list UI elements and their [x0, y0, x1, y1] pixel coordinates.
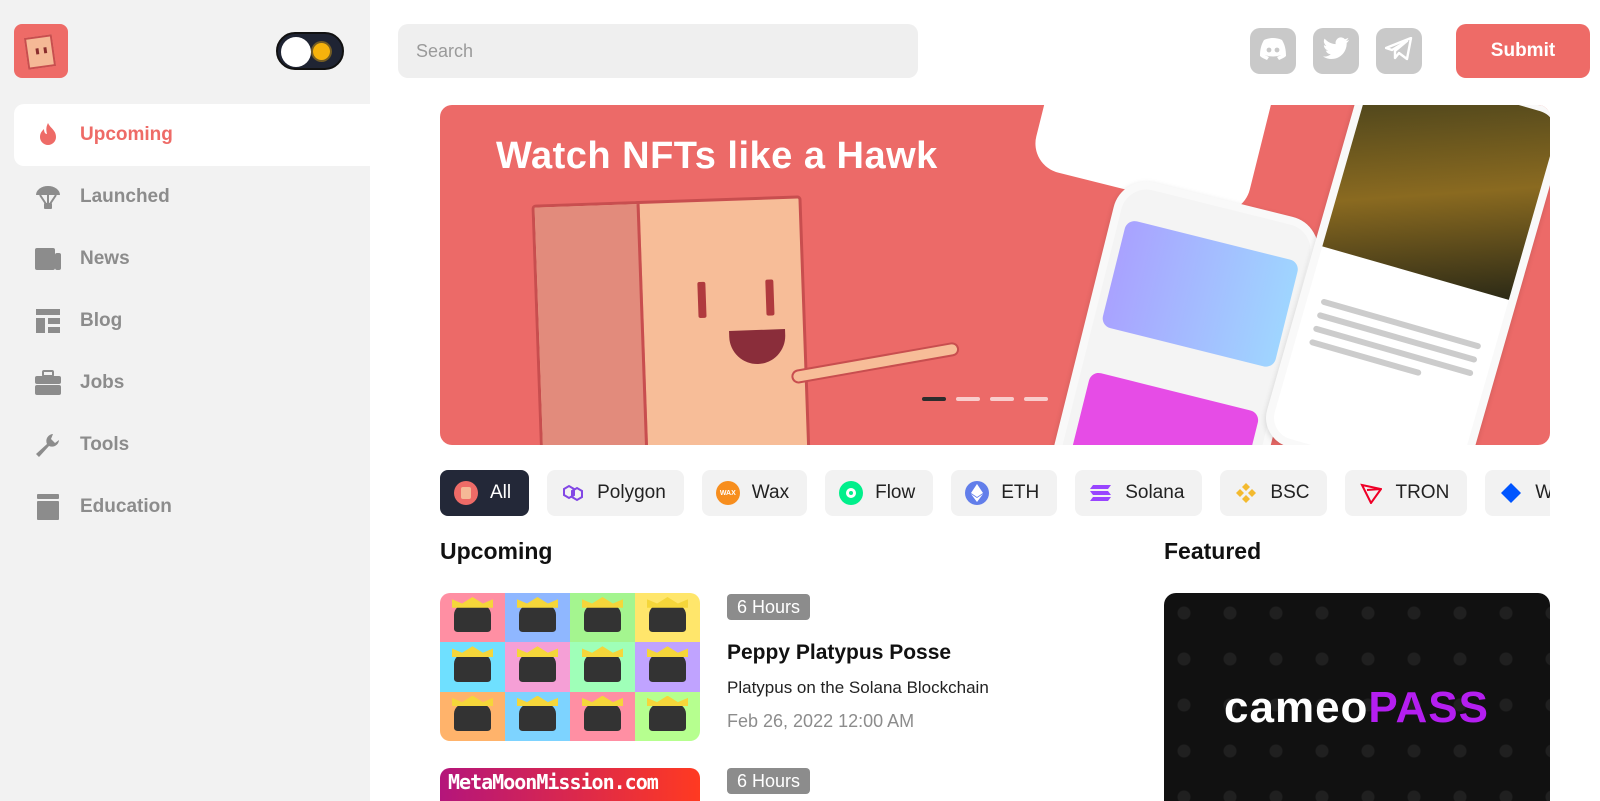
sidebar-item-label: News — [80, 248, 130, 269]
wrench-icon — [34, 431, 62, 459]
twitter-icon — [1322, 36, 1350, 66]
chain-chip-bsc[interactable]: BSC — [1220, 470, 1328, 516]
discord-icon — [1258, 37, 1288, 66]
sidebar-item-upcoming[interactable]: Upcoming — [14, 104, 370, 166]
hawk-box-mascot — [531, 195, 961, 445]
featured-heading: Featured — [1164, 538, 1262, 564]
chain-label: Polygon — [597, 482, 666, 503]
chain-label: Wax — [751, 482, 790, 503]
upcoming-heading: Upcoming — [440, 538, 553, 564]
book-icon — [34, 493, 62, 521]
ethereum-icon — [965, 481, 990, 505]
app-logo[interactable] — [14, 24, 68, 78]
item-title[interactable]: Peppy Platypus Posse — [727, 641, 951, 665]
twitter-button[interactable] — [1313, 28, 1359, 74]
sidebar-nav: Upcoming Launched News Blog Jobs Tools E… — [14, 104, 370, 538]
chain-chip-wax[interactable]: WAX Wax — [701, 470, 808, 516]
sidebar-item-blog[interactable]: Blog — [14, 290, 370, 352]
item-description: Platypus on the Solana Blockchain — [727, 678, 989, 697]
chain-chip-tron[interactable]: TRON — [1345, 470, 1468, 516]
chain-chip-flow[interactable]: Flow — [825, 470, 934, 516]
sidebar: Upcoming Launched News Blog Jobs Tools E… — [0, 0, 370, 801]
chain-chip-eth[interactable]: ETH — [951, 470, 1058, 516]
parachute-icon — [34, 183, 62, 211]
chain-label: ETH — [1001, 482, 1040, 503]
item-date: Feb 26, 2022 12:00 AM — [727, 711, 915, 731]
carousel-dot[interactable] — [922, 397, 946, 401]
sidebar-item-label: Tools — [80, 434, 130, 455]
sidebar-item-tools[interactable]: Tools — [14, 414, 370, 476]
tron-icon — [1359, 481, 1383, 505]
metamoon-image-text: MetaMoonMission.com — [448, 770, 659, 794]
chain-chip-all[interactable]: All — [440, 470, 530, 516]
layout-icon — [34, 307, 62, 335]
newspaper-icon — [34, 245, 62, 273]
chain-label: BSC — [1270, 482, 1310, 503]
chain-chip-waves[interactable]: Wav — [1485, 470, 1550, 516]
chain-label: Flow — [875, 482, 916, 503]
metamoon-image[interactable]: MetaMoonMission.com — [440, 768, 700, 801]
telegram-button[interactable] — [1376, 28, 1422, 74]
sidebar-item-label: Blog — [80, 310, 123, 331]
waves-icon — [1499, 481, 1523, 505]
featured-card[interactable]: cameoPASS — [1164, 593, 1550, 801]
solana-icon — [1089, 481, 1113, 505]
chain-chip-polygon[interactable]: Polygon — [547, 470, 684, 516]
carousel-dots[interactable] — [922, 397, 1048, 401]
hero-banner[interactable]: Watch NFTs like a Hawk — [440, 105, 1550, 445]
peppy-platypus-image[interactable] — [440, 593, 700, 741]
chain-label: TRON — [1395, 482, 1450, 503]
telegram-icon — [1384, 36, 1413, 66]
carousel-dot[interactable] — [956, 397, 980, 401]
sidebar-item-label: Launched — [80, 186, 170, 207]
sun-icon — [313, 43, 330, 60]
carousel-dot[interactable] — [1024, 397, 1048, 401]
toggle-knob — [281, 37, 311, 67]
sidebar-item-jobs[interactable]: Jobs — [14, 352, 370, 414]
chain-chip-solana[interactable]: Solana — [1075, 470, 1203, 516]
wax-icon: WAX — [715, 481, 740, 505]
submit-button[interactable]: Submit — [1456, 24, 1590, 78]
chain-label: All — [490, 482, 512, 503]
cameopass-logo: cameoPASS — [1224, 683, 1489, 732]
sidebar-item-education[interactable]: Education — [14, 476, 370, 538]
sidebar-item-news[interactable]: News — [14, 228, 370, 290]
carousel-dot[interactable] — [990, 397, 1014, 401]
chain-label: Solana — [1125, 482, 1185, 503]
sidebar-item-label: Education — [80, 496, 172, 517]
time-badge: 6 Hours — [727, 768, 811, 794]
sidebar-item-label: Jobs — [80, 372, 125, 393]
time-badge: 6 Hours — [727, 594, 811, 620]
theme-toggle[interactable] — [276, 32, 344, 70]
discord-button[interactable] — [1250, 28, 1296, 74]
app-root: Upcoming Launched News Blog Jobs Tools E… — [0, 0, 1600, 801]
flow-icon — [839, 481, 864, 505]
all-chains-icon — [454, 481, 478, 505]
sidebar-item-launched[interactable]: Launched — [14, 166, 370, 228]
chain-filter: All Polygon WAX Wax Flow ETH Solana BSC … — [440, 470, 1550, 516]
polygon-icon — [561, 481, 585, 505]
hero-title: Watch NFTs like a Hawk — [496, 135, 938, 177]
flame-icon — [34, 121, 62, 149]
bsc-icon — [1234, 481, 1258, 505]
chain-label: Wav — [1535, 482, 1550, 503]
briefcase-icon — [34, 369, 62, 397]
sidebar-item-label: Upcoming — [80, 124, 173, 145]
search-input[interactable] — [398, 24, 918, 78]
